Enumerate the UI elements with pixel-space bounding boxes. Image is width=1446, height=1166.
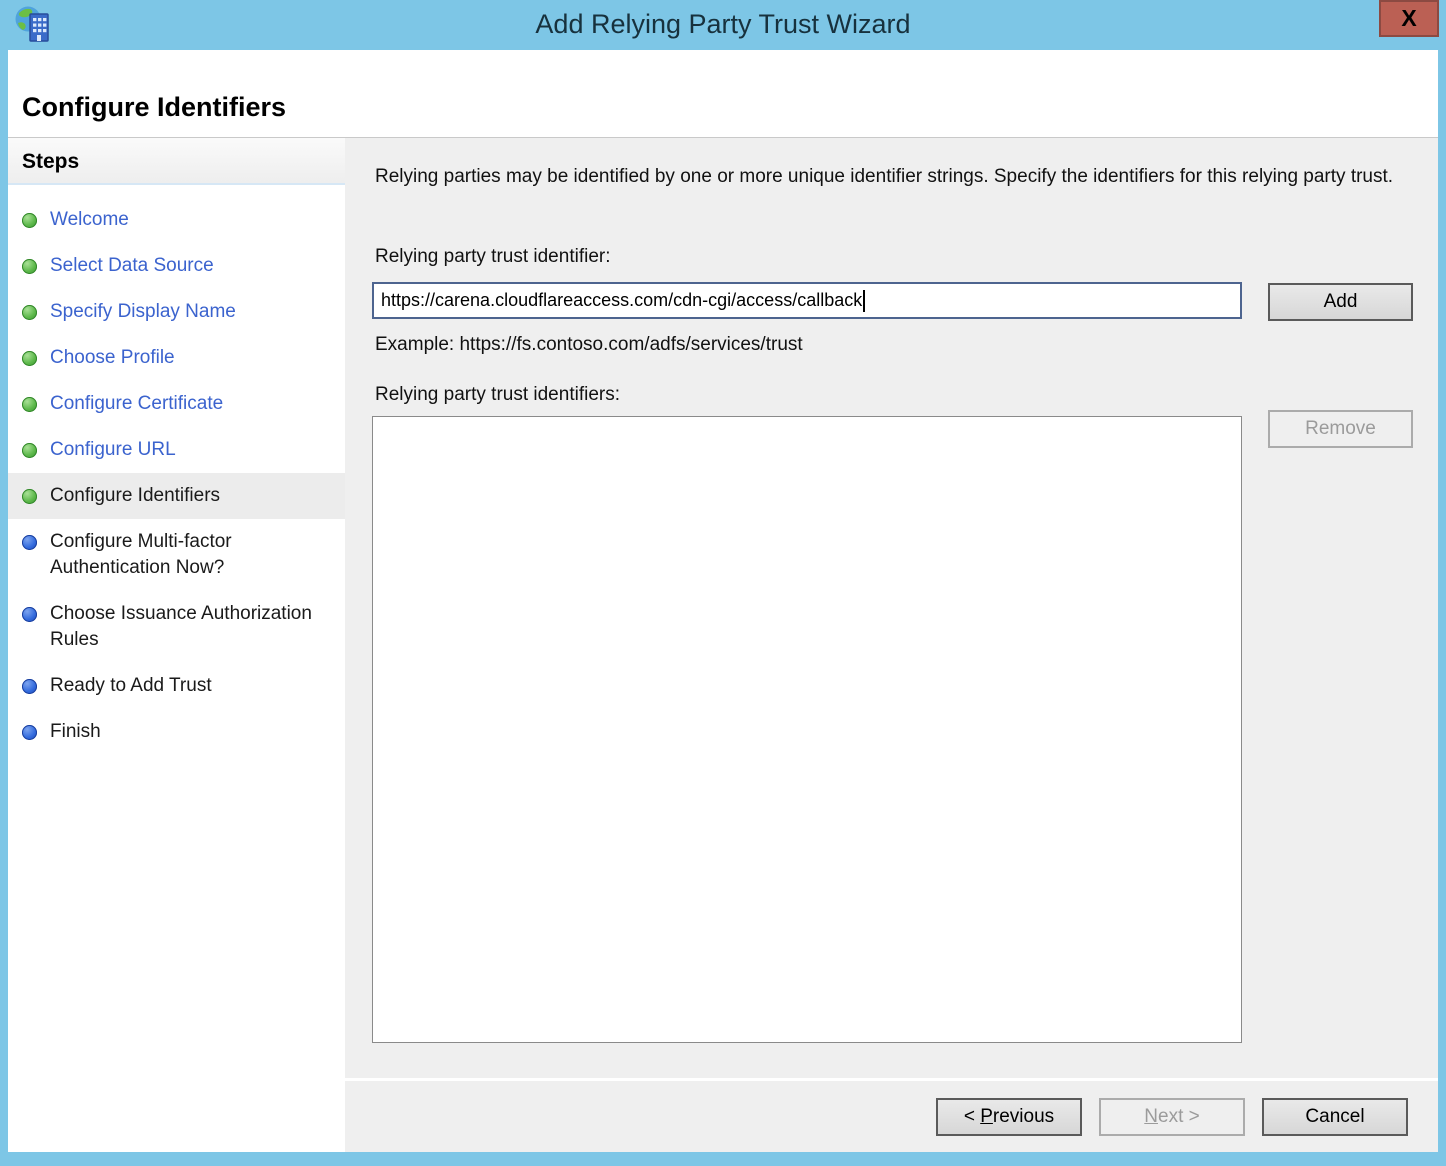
step-label: Ready to Add Trust bbox=[50, 673, 212, 699]
step-completed-bullet-icon bbox=[22, 213, 37, 228]
steps-sidebar: Steps Welcome Select Data Source Specify D… bbox=[8, 138, 345, 1152]
previous-label-pre: < bbox=[964, 1106, 980, 1127]
identifier-input-value: https://carena.cloudflareaccess.com/cdn-… bbox=[381, 290, 862, 311]
step-completed-bullet-icon bbox=[22, 489, 37, 504]
sidebar-step-welcome[interactable]: Welcome bbox=[8, 197, 345, 243]
sidebar-step-configure-url[interactable]: Configure URL bbox=[8, 427, 345, 473]
step-label: Configure Identifiers bbox=[50, 483, 220, 509]
step-label: Configure Multi-factor Authentication No… bbox=[50, 529, 339, 581]
page-title: Configure Identifiers bbox=[8, 50, 1438, 121]
sidebar-step-configure-identifiers[interactable]: Configure Identifiers bbox=[8, 473, 345, 519]
previous-label-post: revious bbox=[993, 1106, 1054, 1127]
text-caret bbox=[863, 290, 865, 312]
intro-text: Relying parties may be identified by one… bbox=[375, 163, 1402, 190]
sidebar-step-finish[interactable]: Finish bbox=[8, 709, 345, 755]
title-bar: Add Relying Party Trust Wizard x bbox=[0, 0, 1446, 50]
step-label: Select Data Source bbox=[50, 253, 214, 279]
next-button[interactable]: Next > bbox=[1099, 1098, 1245, 1136]
step-pending-bullet-icon bbox=[22, 535, 37, 550]
relying-party-trust-identifiers-listbox[interactable] bbox=[372, 416, 1242, 1043]
step-pending-bullet-icon bbox=[22, 679, 37, 694]
footer: < Previous Next > Cancel bbox=[345, 1078, 1438, 1152]
step-completed-bullet-icon bbox=[22, 259, 37, 274]
configure-identifiers-section: Relying parties may be identified by one… bbox=[345, 138, 1438, 1078]
sidebar-step-choose-profile[interactable]: Choose Profile bbox=[8, 335, 345, 381]
step-completed-bullet-icon bbox=[22, 443, 37, 458]
relying-party-trust-identifier-input[interactable]: https://carena.cloudflareaccess.com/cdn-… bbox=[372, 282, 1242, 319]
sidebar-step-ready-to-add-trust[interactable]: Ready to Add Trust bbox=[8, 663, 345, 709]
step-label: Choose Profile bbox=[50, 345, 175, 371]
remove-button[interactable]: Remove bbox=[1268, 410, 1413, 448]
step-completed-bullet-icon bbox=[22, 351, 37, 366]
close-button[interactable]: x bbox=[1379, 0, 1439, 37]
step-completed-bullet-icon bbox=[22, 305, 37, 320]
step-label: Finish bbox=[50, 719, 101, 745]
window-title: Add Relying Party Trust Wizard bbox=[0, 0, 1446, 50]
previous-button[interactable]: < Previous bbox=[936, 1098, 1082, 1136]
step-label: Configure URL bbox=[50, 437, 176, 463]
example-text: Example: https://fs.contoso.com/adfs/ser… bbox=[375, 334, 803, 356]
sidebar-step-configure-certificate[interactable]: Configure Certificate bbox=[8, 381, 345, 427]
previous-label-accesskey: P bbox=[980, 1106, 993, 1127]
steps-heading: Steps bbox=[8, 138, 345, 185]
main-panel: Relying parties may be identified by one… bbox=[345, 138, 1438, 1152]
step-label: Choose Issuance Authorization Rules bbox=[50, 601, 339, 653]
steps-list: Welcome Select Data Source Specify Display… bbox=[8, 185, 345, 755]
identifier-field-label: Relying party trust identifier: bbox=[375, 246, 611, 268]
step-pending-bullet-icon bbox=[22, 725, 37, 740]
next-label-post: ext > bbox=[1158, 1106, 1200, 1127]
cancel-button[interactable]: Cancel bbox=[1262, 1098, 1408, 1136]
sidebar-step-specify-display-name[interactable]: Specify Display Name bbox=[8, 289, 345, 335]
step-label: Configure Certificate bbox=[50, 391, 223, 417]
next-label-accesskey: N bbox=[1144, 1106, 1158, 1127]
add-button[interactable]: Add bbox=[1268, 283, 1413, 321]
sidebar-step-choose-issuance-authorization-rules[interactable]: Choose Issuance Authorization Rules bbox=[8, 591, 345, 663]
identifiers-list-label: Relying party trust identifiers: bbox=[375, 384, 620, 406]
page-header: Configure Identifiers bbox=[8, 50, 1438, 138]
step-label: Specify Display Name bbox=[50, 299, 236, 325]
sidebar-step-configure-multi-factor-authentication-now[interactable]: Configure Multi-factor Authentication No… bbox=[8, 519, 345, 591]
sidebar-step-select-data-source[interactable]: Select Data Source bbox=[8, 243, 345, 289]
add-relying-party-trust-wizard-window: Add Relying Party Trust Wizard x Configu… bbox=[0, 0, 1446, 1166]
step-completed-bullet-icon bbox=[22, 397, 37, 412]
step-pending-bullet-icon bbox=[22, 607, 37, 622]
step-label: Welcome bbox=[50, 207, 129, 233]
